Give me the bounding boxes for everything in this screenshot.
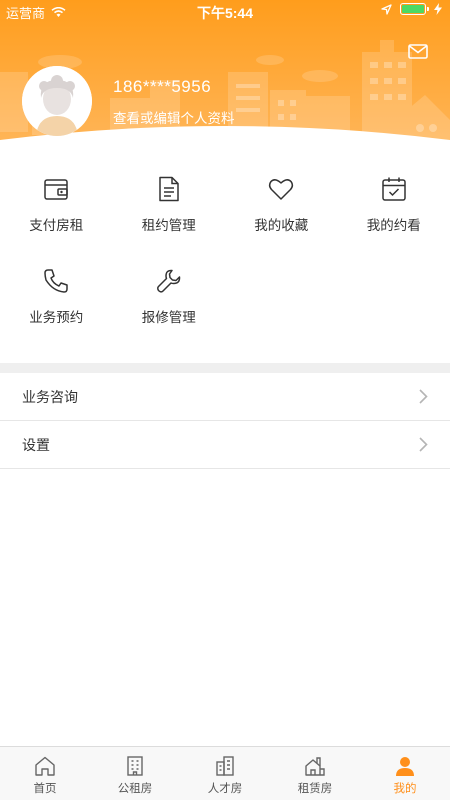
- status-bar: 运营商 下午5:44: [0, 0, 450, 22]
- wrench-icon: [156, 267, 182, 295]
- business-consult-label: 业务咨询: [22, 388, 78, 405]
- section-divider: [0, 363, 450, 373]
- business-appointment-label: 业务预约: [29, 310, 84, 325]
- home-icon: [35, 756, 55, 776]
- wallet-icon: [43, 175, 69, 203]
- repair-management-button[interactable]: 报修管理: [113, 257, 226, 349]
- pay-rent-button[interactable]: 支付房租: [0, 165, 113, 257]
- business-consult-item[interactable]: 业务咨询: [0, 373, 450, 421]
- chevron-right-icon: [419, 437, 428, 452]
- user-phone: 186****5956: [113, 77, 212, 96]
- pay-rent-label: 支付房租: [29, 218, 84, 233]
- edit-profile-link[interactable]: 查看或编辑个人资料: [113, 107, 235, 127]
- document-icon: [158, 175, 180, 203]
- settings-label: 设置: [22, 436, 50, 453]
- avatar[interactable]: [22, 66, 92, 136]
- heart-icon: [268, 175, 294, 203]
- lease-management-label: 租约管理: [141, 218, 196, 233]
- avatar-placeholder-icon: [22, 66, 92, 136]
- repair-management-label: 报修管理: [141, 310, 196, 325]
- bottom-tab-bar: 首页 公租房 人才房 租赁房 我的: [0, 746, 450, 800]
- menu-list: 业务咨询 设置: [0, 373, 450, 469]
- battery-icon: [400, 3, 429, 15]
- lease-management-button[interactable]: 租约管理: [113, 165, 226, 257]
- charging-bolt-icon: [434, 3, 442, 15]
- settings-item[interactable]: 设置: [0, 421, 450, 469]
- tab-lease-housing[interactable]: 租赁房: [270, 747, 360, 800]
- mail-icon[interactable]: [408, 44, 428, 64]
- tab-public-rental[interactable]: 公租房: [90, 747, 180, 800]
- business-appointment-button[interactable]: 业务预约: [0, 257, 113, 349]
- my-viewings-label: 我的约看: [366, 218, 421, 233]
- phone-icon: [43, 267, 69, 295]
- tab-mine-label: 我的: [393, 783, 417, 795]
- user-icon: [396, 757, 414, 776]
- tab-home-label: 首页: [33, 783, 57, 795]
- my-viewings-button[interactable]: 我的约看: [338, 165, 450, 257]
- my-favorites-label: 我的收藏: [254, 218, 309, 233]
- tab-lease-housing-label: 租赁房: [297, 783, 333, 795]
- tab-home[interactable]: 首页: [0, 747, 90, 800]
- location-arrow-icon: [381, 3, 392, 15]
- chevron-right-icon: [419, 389, 428, 404]
- shortcut-grid: 支付房租 租约管理 我的收藏 我的约看 业务预约 报修管理: [0, 165, 450, 349]
- my-favorites-button[interactable]: 我的收藏: [225, 165, 338, 257]
- apartment-icon: [216, 756, 234, 776]
- tab-talent-housing[interactable]: 人才房: [180, 747, 270, 800]
- tab-talent-housing-label: 人才房: [207, 783, 243, 795]
- calendar-check-icon: [381, 175, 407, 203]
- tab-public-rental-label: 公租房: [117, 783, 153, 795]
- building-icon: [127, 756, 143, 776]
- tab-mine[interactable]: 我的: [360, 747, 450, 800]
- house-icon: [305, 757, 325, 776]
